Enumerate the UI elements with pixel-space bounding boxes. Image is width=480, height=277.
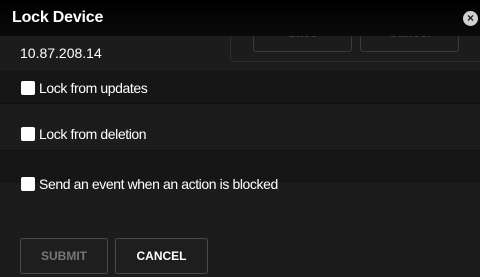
- send-event-option[interactable]: Send an event when an action is blocked: [21, 176, 278, 192]
- device-ip: 10.87.208.14: [20, 45, 102, 61]
- checkbox-icon[interactable]: [21, 127, 35, 141]
- lock-deletion-label: Lock from deletion: [39, 126, 147, 142]
- lock-updates-option[interactable]: Lock from updates: [21, 80, 148, 96]
- submit-button[interactable]: SUBMIT: [20, 238, 108, 274]
- send-event-label: Send an event when an action is blocked: [39, 176, 278, 192]
- lock-updates-label: Lock from updates: [39, 80, 148, 96]
- dialog-title: Lock Device: [12, 9, 104, 26]
- dialog-titlebar: Lock Device ×: [0, 0, 480, 36]
- row-divider: [0, 103, 480, 104]
- row-divider: [0, 150, 480, 151]
- checkbox-icon[interactable]: [21, 177, 35, 191]
- checkbox-icon[interactable]: [21, 81, 35, 95]
- cancel-button[interactable]: CANCEL: [115, 238, 208, 274]
- close-icon[interactable]: ×: [463, 11, 478, 26]
- lock-deletion-option[interactable]: Lock from deletion: [21, 126, 147, 142]
- lock-device-dialog: Save Cancel Lock Device × 10.87.208.14 L…: [0, 0, 480, 277]
